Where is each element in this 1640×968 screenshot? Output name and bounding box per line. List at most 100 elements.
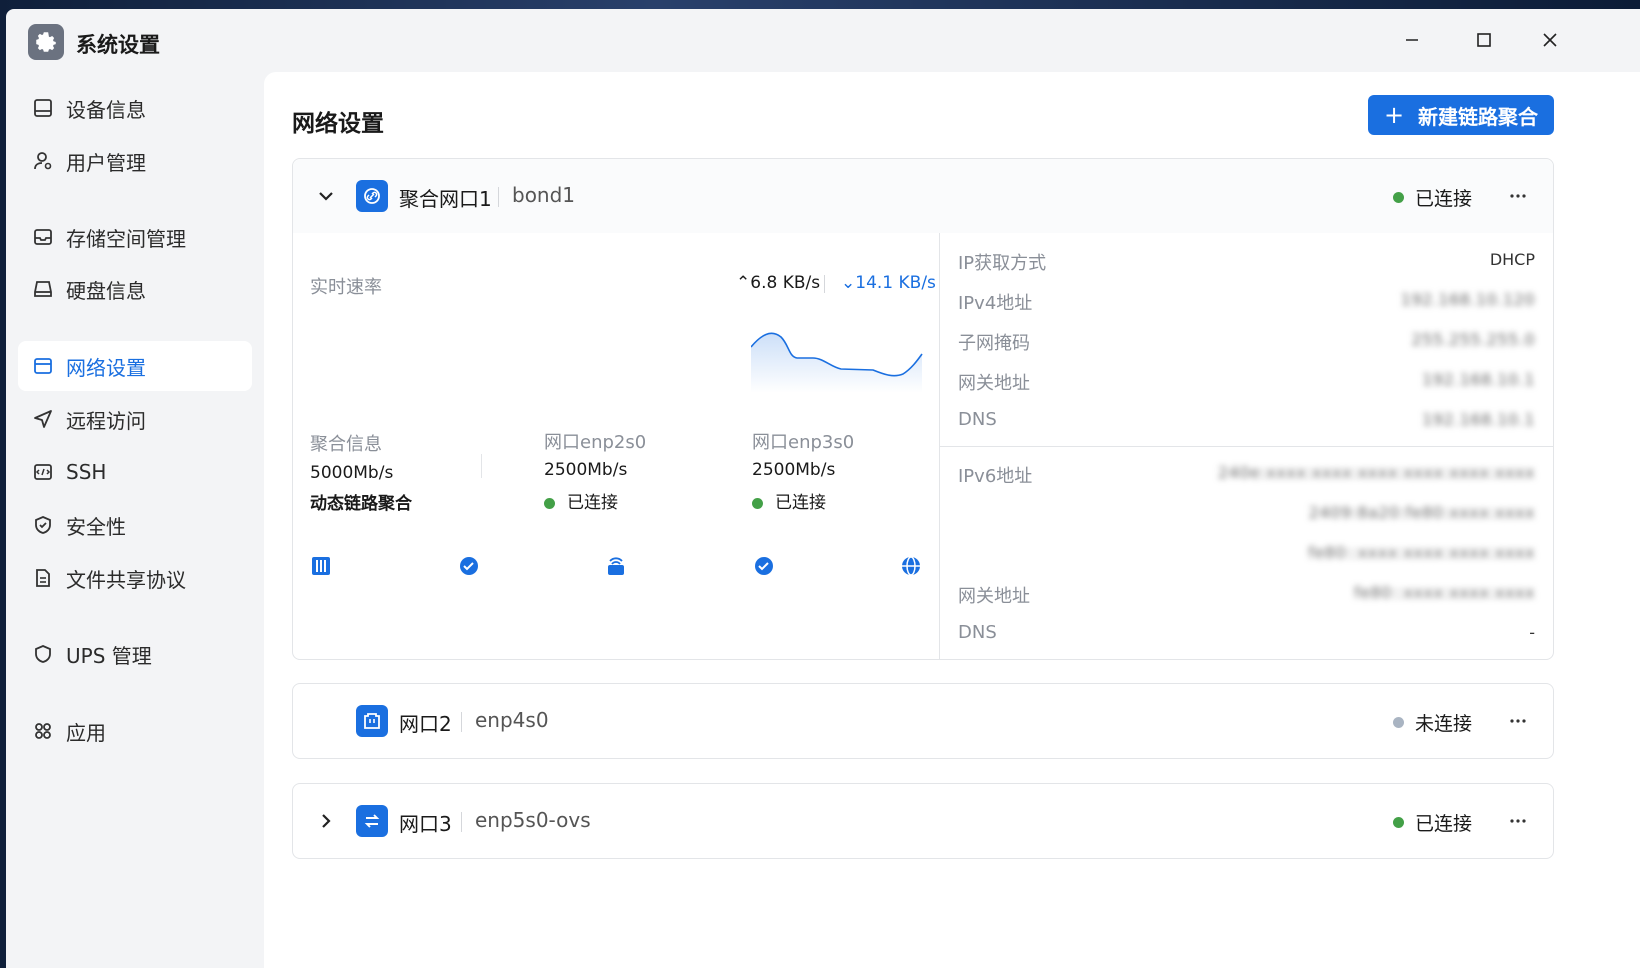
status-text: 已连接	[1415, 188, 1473, 210]
network-card-enp4s0[interactable]: 网口2 enp4s0 未连接	[292, 683, 1554, 759]
sidebar-item-label: 安全性	[66, 514, 126, 539]
sidebar-item-device-info[interactable]: 设备信息	[18, 83, 252, 133]
terminal-icon	[32, 461, 54, 483]
divider	[461, 712, 462, 732]
status-dot	[752, 497, 763, 509]
ipv4-label: IPv4地址	[958, 293, 1033, 314]
sidebar-item-label: SSH	[66, 460, 107, 484]
download-speed: ⌄14.1 KB/s	[841, 273, 936, 293]
status-dot	[1393, 817, 1404, 828]
bond-mode: 动态链路聚合	[310, 494, 412, 514]
disk-icon	[32, 278, 54, 300]
arrow-down-icon: ⌄	[841, 273, 856, 293]
card-header[interactable]: 网口3 enp5s0-ovs 已连接	[293, 784, 1553, 858]
sidebar-item-network[interactable]: 网络设置	[18, 341, 252, 391]
divider	[481, 454, 482, 478]
ipv6-value-3: fe80::xxxx:xxxx:xxxx:xxxx	[1308, 543, 1535, 562]
monitor-icon	[32, 97, 54, 119]
more-options-button[interactable]	[1503, 806, 1533, 836]
check-icon	[460, 557, 478, 575]
main-panel: 网络设置 + 新建链路聚合 聚合网口1 bond1 已连接 实时速率 ⌃6.8 …	[264, 72, 1640, 968]
sidebar-item-label: 应用	[66, 720, 106, 745]
status-dot	[544, 497, 555, 509]
gateway-label: 网关地址	[958, 373, 1030, 394]
ethernet-port-icon	[356, 705, 388, 737]
link-icon	[356, 180, 388, 212]
sidebar-item-user-management[interactable]: 用户管理	[18, 136, 252, 186]
card-header[interactable]: 网口2 enp4s0 未连接	[293, 684, 1553, 758]
speed-sparkline	[751, 332, 923, 393]
topology-diagram	[312, 556, 920, 576]
ellipsis-icon	[1510, 819, 1526, 823]
subnet-mask-value: 255.255.255.0	[1411, 330, 1535, 349]
close-button[interactable]	[1528, 25, 1572, 55]
port1-label: 网口enp2s0	[544, 432, 647, 453]
more-options-button[interactable]	[1503, 706, 1533, 736]
ipv6-dns-value: -	[1529, 623, 1535, 642]
nic-device: enp5s0-ovs	[475, 808, 591, 832]
sidebar-item-label: UPS 管理	[66, 643, 152, 668]
sidebar-item-storage[interactable]: 存储空间管理	[18, 212, 252, 262]
minimize-button[interactable]	[1390, 25, 1434, 55]
network-card-bond1: 聚合网口1 bond1 已连接 实时速率 ⌃6.8 KB/s ⌄14.1 KB/…	[292, 158, 1554, 660]
nic-name: 网口3	[399, 812, 452, 836]
port1-status: 已连接	[544, 488, 618, 513]
sidebar-item-label: 用户管理	[66, 150, 146, 175]
settings-window: 系统设置 设备信息 用户管理 存储空间管理 硬盘信息 网络设置 远程访问 SSH…	[6, 9, 1640, 968]
send-icon	[32, 408, 54, 430]
sidebar-item-label: 存储空间管理	[66, 226, 186, 251]
router-icon	[608, 557, 624, 575]
ipv6-gateway-value: fe80::xxxx:xxxx:xxxx	[1353, 583, 1535, 602]
page-title: 网络设置	[292, 111, 384, 137]
sidebar-item-ssh[interactable]: SSH	[18, 447, 252, 497]
port2-speed: 2500Mb/s	[752, 460, 836, 480]
ip-method-value: DHCP	[1489, 250, 1535, 269]
ipv6-label: IPv6地址	[958, 466, 1033, 487]
maximize-button[interactable]	[1462, 25, 1506, 55]
sidebar-item-label: 网络设置	[66, 355, 146, 380]
ipv6-dns-label: DNS	[958, 622, 997, 643]
dns-label: DNS	[958, 409, 997, 430]
title-bar: 系统设置	[6, 9, 1640, 71]
arrow-up-icon: ⌃	[736, 273, 751, 293]
plus-icon: +	[1383, 101, 1405, 129]
chevron-down-icon[interactable]	[315, 185, 337, 207]
network-card-enp5s0-ovs[interactable]: 网口3 enp5s0-ovs 已连接	[292, 783, 1554, 859]
shield-check-icon	[32, 514, 54, 536]
sidebar-item-ups[interactable]: UPS 管理	[18, 629, 252, 679]
new-bond-button[interactable]: + 新建链路聚合	[1368, 95, 1554, 135]
sidebar-item-label: 硬盘信息	[66, 278, 146, 303]
app-title: 系统设置	[76, 33, 160, 57]
sidebar-item-label: 文件共享协议	[66, 567, 186, 592]
sidebar-item-label: 设备信息	[66, 97, 146, 122]
more-options-button[interactable]	[1503, 181, 1533, 211]
ipv6-value-1: 240e:xxxx:xxxx:xxxx:xxxx:xxxx:xxxx	[1218, 463, 1535, 482]
sidebar-item-disk-info[interactable]: 硬盘信息	[18, 264, 252, 314]
minimize-icon	[1406, 39, 1418, 41]
sidebar-item-remote-access[interactable]: 远程访问	[18, 394, 252, 444]
bond-speed: 5000Mb/s	[310, 463, 394, 483]
network-card-icon	[32, 355, 54, 377]
ellipsis-icon	[1510, 194, 1526, 198]
new-bond-label: 新建链路聚合	[1418, 104, 1539, 129]
ipv6-value-2: 2409:8a20:fe80:xxxx:xxxx	[1308, 503, 1535, 522]
globe-icon	[902, 556, 920, 576]
close-icon	[1543, 33, 1557, 47]
sidebar-item-security[interactable]: 安全性	[18, 500, 252, 550]
port2-label: 网口enp3s0	[752, 432, 855, 453]
chevron-right-icon[interactable]	[315, 810, 337, 832]
swap-arrows-icon	[356, 805, 388, 837]
port2-status: 已连接	[752, 488, 826, 513]
sidebar-item-apps[interactable]: 应用	[18, 706, 252, 756]
sidebar-item-file-sharing[interactable]: 文件共享协议	[18, 553, 252, 603]
status-text: 未连接	[1415, 713, 1473, 735]
divider	[824, 275, 825, 293]
bond-info-label: 聚合信息	[310, 434, 382, 455]
card-header[interactable]: 聚合网口1 bond1 已连接	[293, 159, 1553, 233]
status-dot	[1393, 717, 1404, 728]
gear-icon	[28, 24, 64, 60]
port1-speed: 2500Mb/s	[544, 460, 628, 480]
nic-name: 网口2	[399, 712, 452, 736]
dns-value: 192.168.10.1	[1422, 410, 1535, 429]
nic-device: enp4s0	[475, 708, 549, 732]
